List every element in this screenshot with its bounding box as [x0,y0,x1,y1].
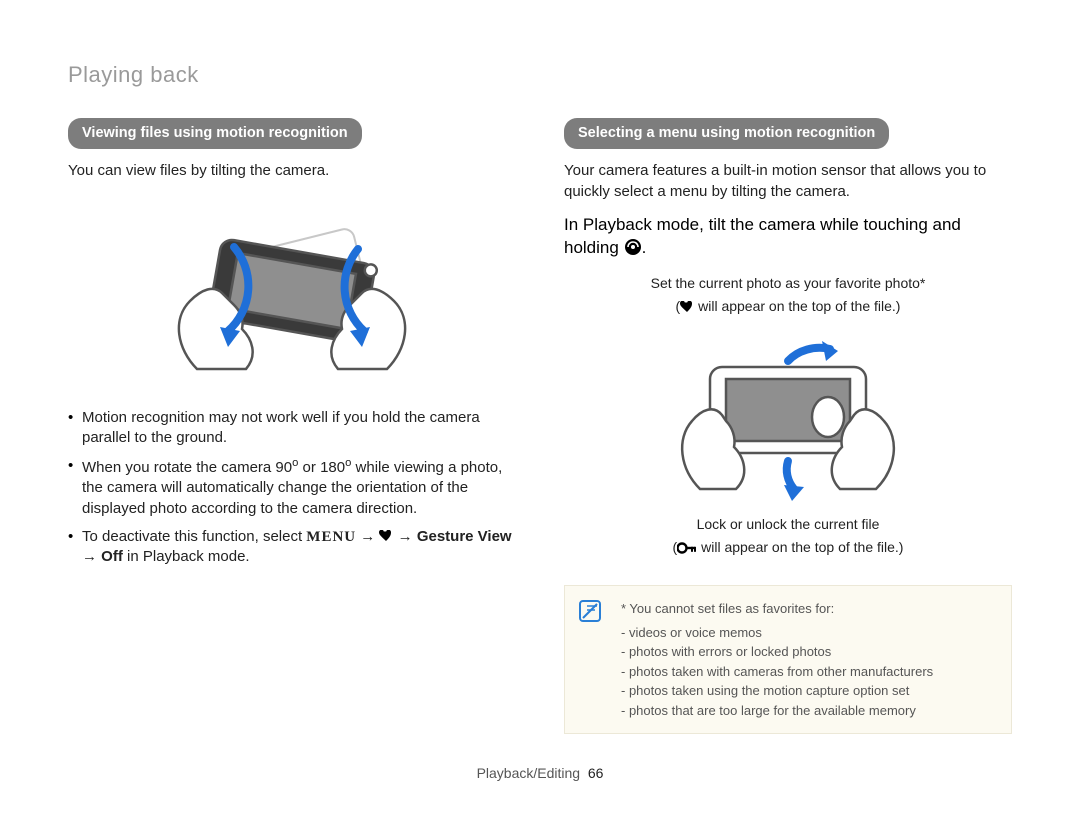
bullet-text: When you rotate the camera 90o or 180o w… [82,456,516,519]
text-frag: will appear on the top of the file.) [694,298,900,314]
right-column: Selecting a menu using motion recognitio… [564,118,1012,735]
bullet-rotate-orientation: When you rotate the camera 90o or 180o w… [68,456,516,519]
bullet-motion-parallel: Motion recognition may not work well if … [68,408,516,449]
note-item: videos or voice memos [621,624,995,642]
note-item: photos that are too large for the availa… [621,702,995,720]
illustration-touch-tilt [658,316,918,506]
callout-top-sub: ( will appear on the top of the file.) [564,297,1012,316]
left-lead: You can view files by tilting the camera… [68,161,516,181]
text-frag: in Playback mode. [123,548,250,565]
motion-hold-icon [624,238,642,256]
left-bullet-list: Motion recognition may not work well if … [68,408,516,568]
text-frag: → [356,528,379,545]
menu-label: MENU [306,529,356,545]
note-title: * You cannot set files as favorites for: [621,600,995,618]
heart-icon [680,301,694,313]
callout-top: Set the current photo as your favorite p… [564,274,1012,293]
note-item: photos with errors or locked photos [621,643,995,661]
breadcrumb: Playing back [68,60,1012,90]
text-frag: will appear on the top of the file.) [697,539,903,555]
callout-bottom: Lock or unlock the current file [564,515,1012,534]
key-icon [677,542,697,554]
note-item: photos taken with cameras from other man… [621,663,995,681]
text-frag: → [393,528,416,545]
footer: Playback/Editing 66 [0,764,1080,783]
bullet-text: Motion recognition may not work well if … [82,408,516,449]
illustration-tilt-camera [162,199,422,389]
left-column: Viewing files using motion recognition Y… [68,118,516,735]
page-number: 66 [588,765,604,781]
left-illustration [68,194,516,394]
text-frag: To deactivate this function, select [82,528,306,545]
note-box: * You cannot set files as favorites for:… [564,585,1012,734]
gesture-view-label: Gesture View [417,528,512,545]
footer-section: Playback/Editing [477,765,581,781]
right-lead: Your camera features a built-in motion s… [564,161,1012,202]
text-frag: . [642,238,647,257]
note-info-icon [579,600,601,622]
left-heading-pill: Viewing files using motion recognition [68,118,362,150]
instruction-line: In Playback mode, tilt the camera while … [564,214,1012,260]
down-heart-icon [379,530,393,542]
right-illustration [564,321,1012,501]
text-frag: When you rotate the camera 90 [82,459,292,476]
bullet-deactivate-gesture: To deactivate this function, select MENU… [68,527,516,568]
bullet-text: To deactivate this function, select MENU… [82,527,516,568]
note-item: photos taken using the motion capture op… [621,682,995,700]
callout-bottom-sub: ( will appear on the top of the file.) [564,538,1012,557]
note-list: videos or voice memos photos with errors… [621,624,995,720]
off-label: Off [101,548,123,565]
right-heading-pill: Selecting a menu using motion recognitio… [564,118,889,150]
text-frag: or 180 [298,459,345,476]
text-frag: → [82,548,101,565]
